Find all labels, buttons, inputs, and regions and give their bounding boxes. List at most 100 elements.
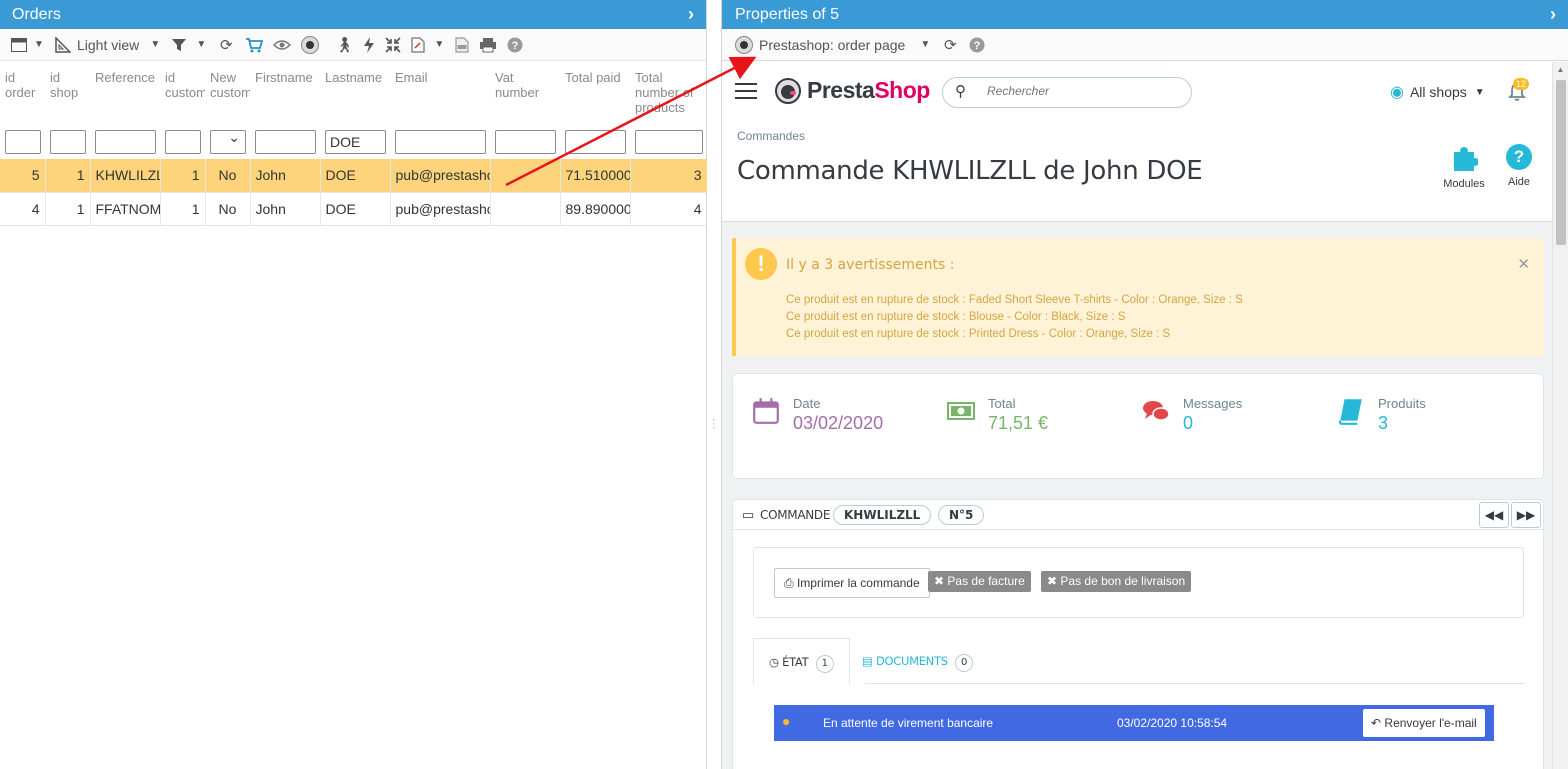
column-header[interactable]: Reference: [90, 61, 160, 125]
cell-new-customer[interactable]: No: [205, 192, 251, 226]
cell-reference[interactable]: FFATNOMMJ: [90, 192, 161, 226]
cell-firstname[interactable]: John: [250, 192, 321, 226]
breadcrumb[interactable]: Commandes: [737, 129, 805, 143]
cell-firstname[interactable]: John: [250, 159, 321, 193]
cart-button[interactable]: [240, 29, 268, 61]
cell-total-paid[interactable]: 71.510000: [560, 159, 631, 193]
cell-id-shop[interactable]: 1: [45, 192, 91, 226]
hamburger-menu-icon[interactable]: [735, 83, 757, 104]
csv-button[interactable]: [450, 29, 474, 61]
exclamation-icon: !: [745, 248, 777, 280]
filter-reference[interactable]: [95, 130, 156, 154]
scroll-up-icon[interactable]: ▲: [1553, 62, 1568, 78]
column-header[interactable]: New customer: [205, 61, 250, 125]
status-date: 03/02/2020 10:58:54: [1117, 716, 1228, 730]
column-header[interactable]: id order: [0, 61, 45, 125]
close-icon[interactable]: ✕: [1517, 255, 1530, 273]
cell-lastname[interactable]: DOE: [320, 192, 391, 226]
cell-lastname[interactable]: DOE: [320, 159, 391, 193]
caret-down-icon[interactable]: ▼: [149, 39, 161, 50]
refresh-button[interactable]: ⟳: [936, 29, 964, 61]
prestashop-button[interactable]: [296, 29, 330, 61]
vertical-scrollbar[interactable]: ▲: [1552, 62, 1568, 769]
filter-id-shop[interactable]: [50, 130, 86, 154]
filter-vat-number[interactable]: [495, 130, 556, 154]
search-box[interactable]: ⚲: [942, 77, 1192, 108]
cell-reference[interactable]: KHWLILZLL: [90, 159, 161, 193]
collapse-chevron-icon[interactable]: ›: [1550, 0, 1556, 29]
alert-item: Ce produit est en rupture de stock : Pri…: [786, 328, 1171, 340]
cell-id-order[interactable]: 5: [0, 159, 46, 193]
column-header[interactable]: Vat number: [490, 61, 560, 125]
cell-vat[interactable]: [490, 192, 561, 226]
filter-firstname[interactable]: [255, 130, 316, 154]
caret-down-icon[interactable]: ▼: [33, 39, 45, 50]
cell-email[interactable]: pub@prestashop.com: [390, 159, 491, 193]
table-row[interactable]: 5 1 KHWLILZLL 1 No John DOE pub@prestash…: [0, 159, 708, 193]
column-header[interactable]: id shop: [45, 61, 90, 125]
view-select[interactable]: Prestashop: order page ▼: [730, 29, 936, 61]
filter-new-customer-select[interactable]: [210, 129, 246, 154]
filter-lastname[interactable]: [325, 130, 386, 154]
cell-id-customer[interactable]: 1: [160, 159, 206, 193]
modules-button[interactable]: Modules: [1434, 144, 1494, 190]
kpi-value[interactable]: 0: [1183, 413, 1193, 434]
panel-splitter[interactable]: · · ·: [707, 0, 722, 769]
cell-id-order[interactable]: 4: [0, 192, 46, 226]
refresh-button[interactable]: ⟳: [212, 29, 240, 61]
help-button[interactable]: ?: [502, 29, 528, 61]
filter-id-order[interactable]: [5, 130, 41, 154]
notifications[interactable]: 12: [1507, 78, 1530, 102]
search-input[interactable]: [987, 84, 1177, 98]
table-row[interactable]: 4 1 FFATNOMMJ 1 No John DOE pub@prestash…: [0, 192, 708, 226]
cell-email[interactable]: pub@prestashop.com: [390, 192, 491, 226]
caret-down-icon[interactable]: ▼: [433, 39, 445, 50]
shop-selector[interactable]: ◉ All shops ▼: [1390, 82, 1485, 102]
cell-total-products[interactable]: 4: [630, 192, 708, 226]
cell-new-customer[interactable]: No: [205, 159, 251, 193]
column-header[interactable]: Total number of products: [630, 61, 707, 125]
tab-state[interactable]: ◷ ÉTAT 1: [753, 638, 850, 684]
scrollbar-thumb[interactable]: [1556, 80, 1566, 245]
cell-total-paid[interactable]: 89.890000: [560, 192, 631, 226]
filter-id-customer[interactable]: [165, 130, 201, 154]
walk-button[interactable]: 🚶︎: [330, 29, 358, 61]
cell-total-products[interactable]: 3: [630, 159, 708, 193]
tab-documents[interactable]: ▤ DOCUMENTS 0: [847, 638, 988, 684]
filter-button[interactable]: ▼: [166, 29, 212, 61]
light-view-label: Light view: [77, 36, 140, 53]
splitter-grip-icon[interactable]: · · ·: [712, 415, 716, 434]
previous-order-button[interactable]: ◀◀: [1479, 502, 1509, 528]
filter-total-paid[interactable]: [565, 130, 626, 154]
resend-email-button[interactable]: ↶ Renvoyer l'e-mail: [1363, 709, 1485, 737]
search-icon[interactable]: ⚲: [955, 82, 966, 100]
view-button[interactable]: [268, 29, 296, 61]
cell-vat[interactable]: [490, 159, 561, 193]
column-header[interactable]: Lastname: [320, 61, 390, 125]
caret-down-icon[interactable]: ▼: [919, 39, 931, 50]
print-order-button[interactable]: ⎙ Imprimer la commande: [774, 568, 930, 598]
filter-email[interactable]: [395, 130, 486, 154]
lightning-button[interactable]: [358, 29, 380, 61]
column-header[interactable]: Firstname: [250, 61, 320, 125]
pdf-button[interactable]: ▼: [406, 29, 450, 61]
cell-id-customer[interactable]: 1: [160, 192, 206, 226]
column-header[interactable]: Email: [390, 61, 490, 125]
layout-button[interactable]: ▼: [6, 29, 50, 61]
compress-button[interactable]: [380, 29, 406, 61]
kpi-value[interactable]: 3: [1378, 413, 1388, 434]
column-header[interactable]: id customer: [160, 61, 205, 125]
collapse-chevron-icon[interactable]: ›: [688, 0, 694, 29]
help-doc-button[interactable]: ? Aide: [1489, 144, 1549, 188]
kpi-label: Produits: [1378, 396, 1426, 411]
cell-id-shop[interactable]: 1: [45, 159, 91, 193]
light-view-button[interactable]: Light view ▼: [50, 29, 166, 61]
next-order-button[interactable]: ▶▶: [1511, 502, 1541, 528]
prestashop-brand[interactable]: PrestaShop: [775, 77, 930, 104]
print-button[interactable]: [474, 29, 502, 61]
help-button[interactable]: ?: [964, 29, 990, 61]
times-icon: ✖: [934, 574, 945, 588]
column-header[interactable]: Total paid: [560, 61, 630, 125]
filter-total-products[interactable]: [635, 130, 703, 154]
caret-down-icon[interactable]: ▼: [195, 39, 207, 50]
